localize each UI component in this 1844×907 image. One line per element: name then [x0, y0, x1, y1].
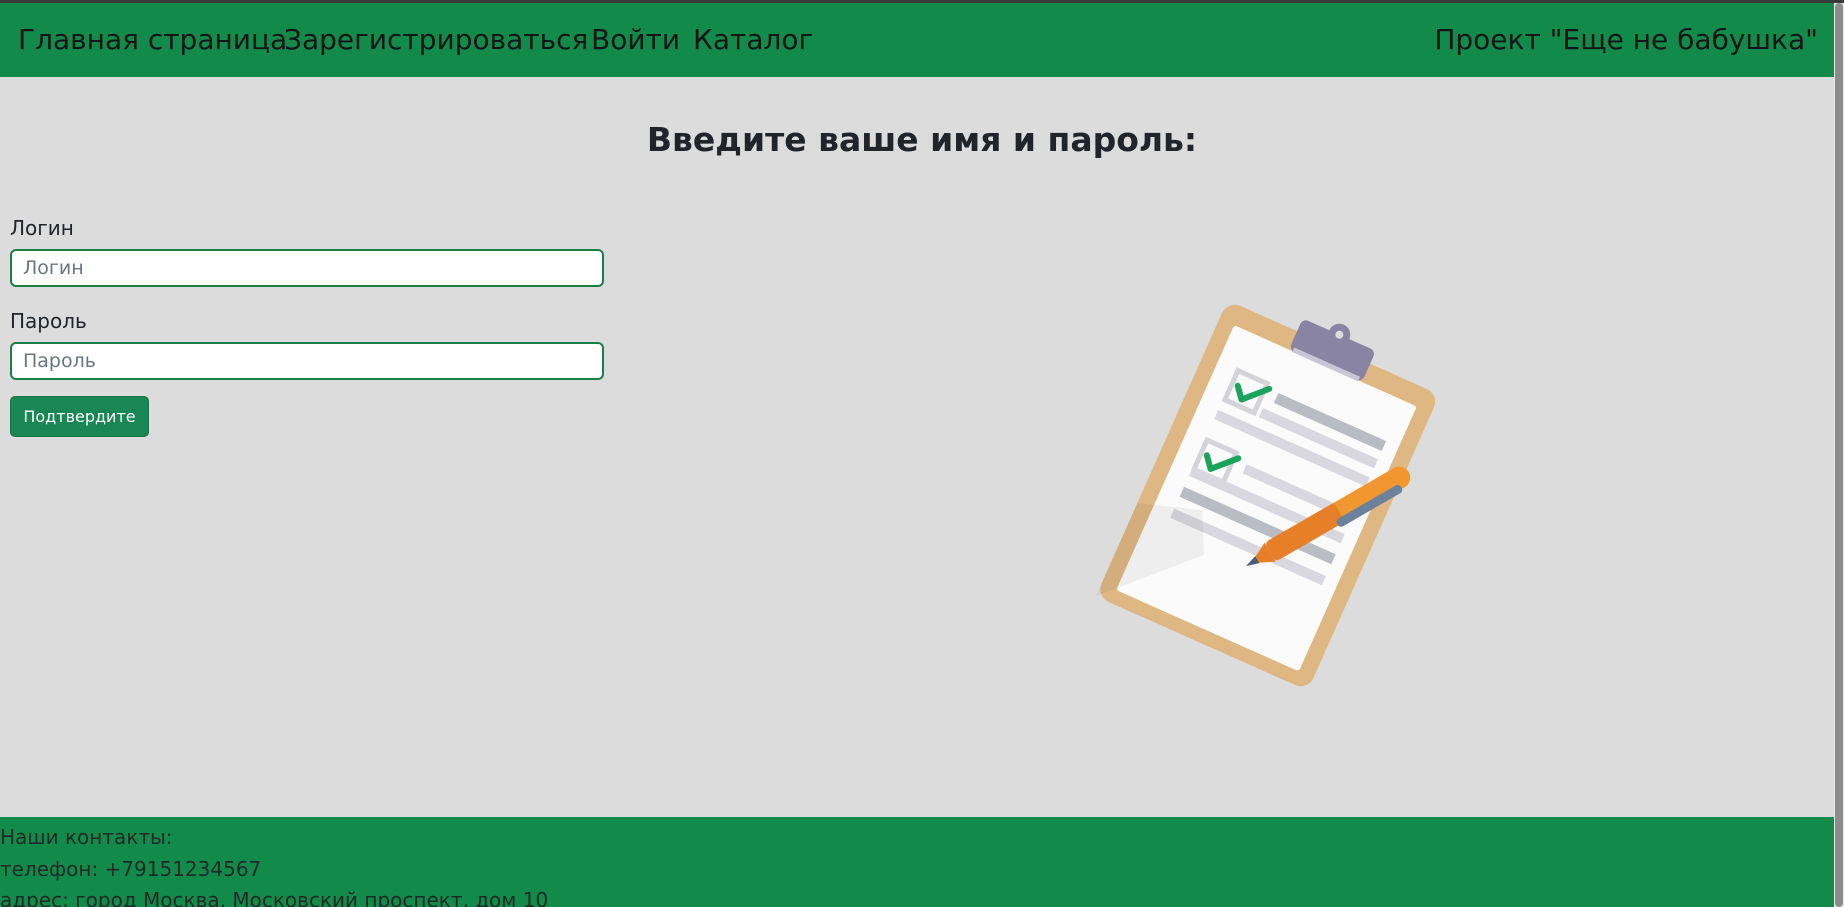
footer-contacts-title: Наши контакты:: [0, 825, 173, 849]
top-navbar: Главная страница Зарегистрироваться Войт…: [0, 3, 1844, 77]
login-label: Логин: [10, 216, 74, 240]
clipboard-checklist-icon: [1095, 304, 1436, 687]
submit-button[interactable]: Подтвердите: [10, 396, 149, 437]
login-input[interactable]: [10, 249, 604, 287]
vertical-scrollbar[interactable]: [1834, 3, 1844, 907]
footer-address: адрес: город Москва, Московский проспект…: [0, 888, 549, 907]
nav-link-login[interactable]: Войти: [591, 23, 680, 56]
scrollbar-thumb[interactable]: [1835, 3, 1843, 907]
nav-link-catalog[interactable]: Каталог: [693, 23, 813, 56]
password-input[interactable]: [10, 342, 604, 380]
project-brand: Проект "Еще не бабушка": [1434, 23, 1818, 56]
password-label: Пароль: [10, 309, 87, 333]
footer: Наши контакты: телефон: +79151234567 адр…: [0, 817, 1844, 907]
nav-link-home[interactable]: Главная страница: [18, 23, 287, 56]
page-title: Введите ваше имя и пароль:: [646, 120, 1198, 159]
footer-phone: телефон: +79151234567: [0, 857, 262, 881]
page: Главная страница Зарегистрироваться Войт…: [0, 3, 1844, 907]
nav-link-register[interactable]: Зарегистрироваться: [284, 23, 588, 56]
